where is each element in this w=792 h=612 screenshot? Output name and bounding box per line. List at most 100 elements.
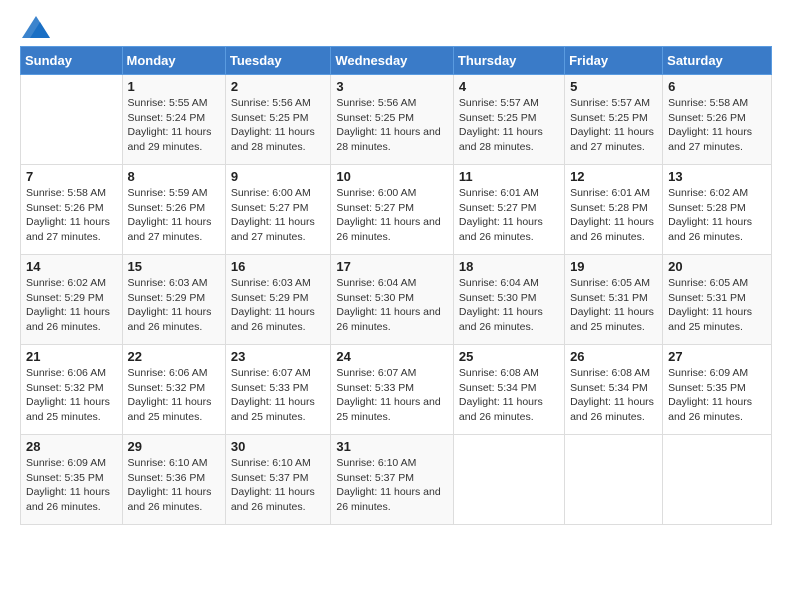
cell-info: Sunrise: 6:08 AM Sunset: 5:34 PM Dayligh… [570, 366, 657, 425]
cell-info: Sunrise: 6:10 AM Sunset: 5:37 PM Dayligh… [336, 456, 448, 515]
cell-info: Sunrise: 6:01 AM Sunset: 5:28 PM Dayligh… [570, 186, 657, 245]
day-number: 13 [668, 169, 766, 184]
weekday-header: Wednesday [331, 47, 454, 75]
logo [20, 16, 50, 38]
calendar-cell: 25 Sunrise: 6:08 AM Sunset: 5:34 PM Dayli… [453, 345, 564, 435]
calendar-cell: 21 Sunrise: 6:06 AM Sunset: 5:32 PM Dayli… [21, 345, 123, 435]
calendar-cell: 8 Sunrise: 5:59 AM Sunset: 5:26 PM Daylig… [122, 165, 225, 255]
day-number: 25 [459, 349, 559, 364]
cell-info: Sunrise: 6:07 AM Sunset: 5:33 PM Dayligh… [231, 366, 326, 425]
day-number: 4 [459, 79, 559, 94]
calendar-body: 1Sunrise: 5:55 AM Sunset: 5:24 PM Daylig… [21, 75, 772, 525]
logo-icon [22, 16, 50, 38]
cell-info: Sunrise: 6:01 AM Sunset: 5:27 PM Dayligh… [459, 186, 559, 245]
day-number: 30 [231, 439, 326, 454]
calendar-cell: 27Sunrise: 6:09 AM Sunset: 5:35 PM Dayli… [663, 345, 772, 435]
weekday-header: Monday [122, 47, 225, 75]
day-number: 26 [570, 349, 657, 364]
calendar-cell: 3 Sunrise: 5:56 AM Sunset: 5:25 PM Daylig… [331, 75, 454, 165]
day-number: 23 [231, 349, 326, 364]
weekday-header: Thursday [453, 47, 564, 75]
cell-info: Sunrise: 6:00 AM Sunset: 5:27 PM Dayligh… [231, 186, 326, 245]
cell-info: Sunrise: 6:07 AM Sunset: 5:33 PM Dayligh… [336, 366, 448, 425]
calendar-cell: 16 Sunrise: 6:03 AM Sunset: 5:29 PM Dayli… [225, 255, 331, 345]
cell-info: Sunrise: 5:57 AM Sunset: 5:25 PM Dayligh… [459, 96, 559, 155]
cell-info: Sunrise: 6:02 AM Sunset: 5:29 PM Dayligh… [26, 276, 117, 335]
cell-info: Sunrise: 6:08 AM Sunset: 5:34 PM Dayligh… [459, 366, 559, 425]
cell-info: Sunrise: 6:03 AM Sunset: 5:29 PM Dayligh… [231, 276, 326, 335]
cell-info: Sunrise: 6:05 AM Sunset: 5:31 PM Dayligh… [668, 276, 766, 335]
weekday-header: Saturday [663, 47, 772, 75]
weekday-header: Sunday [21, 47, 123, 75]
cell-info: Sunrise: 6:04 AM Sunset: 5:30 PM Dayligh… [459, 276, 559, 335]
page-header [20, 16, 772, 38]
calendar-cell [565, 435, 663, 525]
calendar-cell: 17 Sunrise: 6:04 AM Sunset: 5:30 PM Dayli… [331, 255, 454, 345]
calendar-table: SundayMondayTuesdayWednesdayThursdayFrid… [20, 46, 772, 525]
calendar-cell: 4 Sunrise: 5:57 AM Sunset: 5:25 PM Daylig… [453, 75, 564, 165]
calendar-cell [663, 435, 772, 525]
cell-info: Sunrise: 6:02 AM Sunset: 5:28 PM Dayligh… [668, 186, 766, 245]
day-number: 21 [26, 349, 117, 364]
calendar-week: 1Sunrise: 5:55 AM Sunset: 5:24 PM Daylig… [21, 75, 772, 165]
day-number: 3 [336, 79, 448, 94]
cell-info: Sunrise: 6:04 AM Sunset: 5:30 PM Dayligh… [336, 276, 448, 335]
logo-text [20, 16, 50, 38]
cell-info: Sunrise: 6:06 AM Sunset: 5:32 PM Dayligh… [128, 366, 220, 425]
day-number: 28 [26, 439, 117, 454]
day-number: 1 [128, 79, 220, 94]
calendar-cell: 7Sunrise: 5:58 AM Sunset: 5:26 PM Daylig… [21, 165, 123, 255]
calendar-cell: 29 Sunrise: 6:10 AM Sunset: 5:36 PM Dayli… [122, 435, 225, 525]
calendar-cell: 2 Sunrise: 5:56 AM Sunset: 5:25 PM Daylig… [225, 75, 331, 165]
calendar-cell [21, 75, 123, 165]
weekday-header: Tuesday [225, 47, 331, 75]
day-number: 15 [128, 259, 220, 274]
calendar-week: 7Sunrise: 5:58 AM Sunset: 5:26 PM Daylig… [21, 165, 772, 255]
day-number: 10 [336, 169, 448, 184]
cell-info: Sunrise: 5:58 AM Sunset: 5:26 PM Dayligh… [668, 96, 766, 155]
calendar-cell: 10 Sunrise: 6:00 AM Sunset: 5:27 PM Dayli… [331, 165, 454, 255]
calendar-cell: 24 Sunrise: 6:07 AM Sunset: 5:33 PM Dayli… [331, 345, 454, 435]
day-number: 14 [26, 259, 117, 274]
calendar-cell: 22 Sunrise: 6:06 AM Sunset: 5:32 PM Dayli… [122, 345, 225, 435]
calendar-cell: 6 Sunrise: 5:58 AM Sunset: 5:26 PM Daylig… [663, 75, 772, 165]
weekday-header: Friday [565, 47, 663, 75]
calendar-cell: 13 Sunrise: 6:02 AM Sunset: 5:28 PM Dayli… [663, 165, 772, 255]
day-number: 24 [336, 349, 448, 364]
day-number: 29 [128, 439, 220, 454]
calendar-cell: 9 Sunrise: 6:00 AM Sunset: 5:27 PM Daylig… [225, 165, 331, 255]
day-number: 12 [570, 169, 657, 184]
calendar-cell: 26 Sunrise: 6:08 AM Sunset: 5:34 PM Dayli… [565, 345, 663, 435]
day-number: 19 [570, 259, 657, 274]
cell-info: Sunrise: 5:56 AM Sunset: 5:25 PM Dayligh… [231, 96, 326, 155]
calendar-cell: 12 Sunrise: 6:01 AM Sunset: 5:28 PM Dayli… [565, 165, 663, 255]
day-number: 9 [231, 169, 326, 184]
day-number: 16 [231, 259, 326, 274]
day-number: 17 [336, 259, 448, 274]
day-number: 22 [128, 349, 220, 364]
day-number: 8 [128, 169, 220, 184]
cell-info: Sunrise: 6:09 AM Sunset: 5:35 PM Dayligh… [26, 456, 117, 515]
weekday-row: SundayMondayTuesdayWednesdayThursdayFrid… [21, 47, 772, 75]
cell-info: Sunrise: 6:05 AM Sunset: 5:31 PM Dayligh… [570, 276, 657, 335]
cell-info: Sunrise: 6:10 AM Sunset: 5:36 PM Dayligh… [128, 456, 220, 515]
calendar-cell: 30Sunrise: 6:10 AM Sunset: 5:37 PM Dayli… [225, 435, 331, 525]
cell-info: Sunrise: 5:59 AM Sunset: 5:26 PM Dayligh… [128, 186, 220, 245]
calendar-cell: 18 Sunrise: 6:04 AM Sunset: 5:30 PM Dayli… [453, 255, 564, 345]
cell-info: Sunrise: 5:58 AM Sunset: 5:26 PM Dayligh… [26, 186, 117, 245]
day-number: 6 [668, 79, 766, 94]
day-number: 18 [459, 259, 559, 274]
day-number: 2 [231, 79, 326, 94]
cell-info: Sunrise: 6:03 AM Sunset: 5:29 PM Dayligh… [128, 276, 220, 335]
day-number: 11 [459, 169, 559, 184]
calendar-cell [453, 435, 564, 525]
cell-info: Sunrise: 5:56 AM Sunset: 5:25 PM Dayligh… [336, 96, 448, 155]
calendar-cell: 31Sunrise: 6:10 AM Sunset: 5:37 PM Dayli… [331, 435, 454, 525]
cell-info: Sunrise: 6:06 AM Sunset: 5:32 PM Dayligh… [26, 366, 117, 425]
calendar-week: 28 Sunrise: 6:09 AM Sunset: 5:35 PM Dayli… [21, 435, 772, 525]
day-number: 27 [668, 349, 766, 364]
cell-info: Sunrise: 6:00 AM Sunset: 5:27 PM Dayligh… [336, 186, 448, 245]
calendar-week: 21 Sunrise: 6:06 AM Sunset: 5:32 PM Dayli… [21, 345, 772, 435]
calendar-cell: 11 Sunrise: 6:01 AM Sunset: 5:27 PM Dayli… [453, 165, 564, 255]
day-number: 20 [668, 259, 766, 274]
